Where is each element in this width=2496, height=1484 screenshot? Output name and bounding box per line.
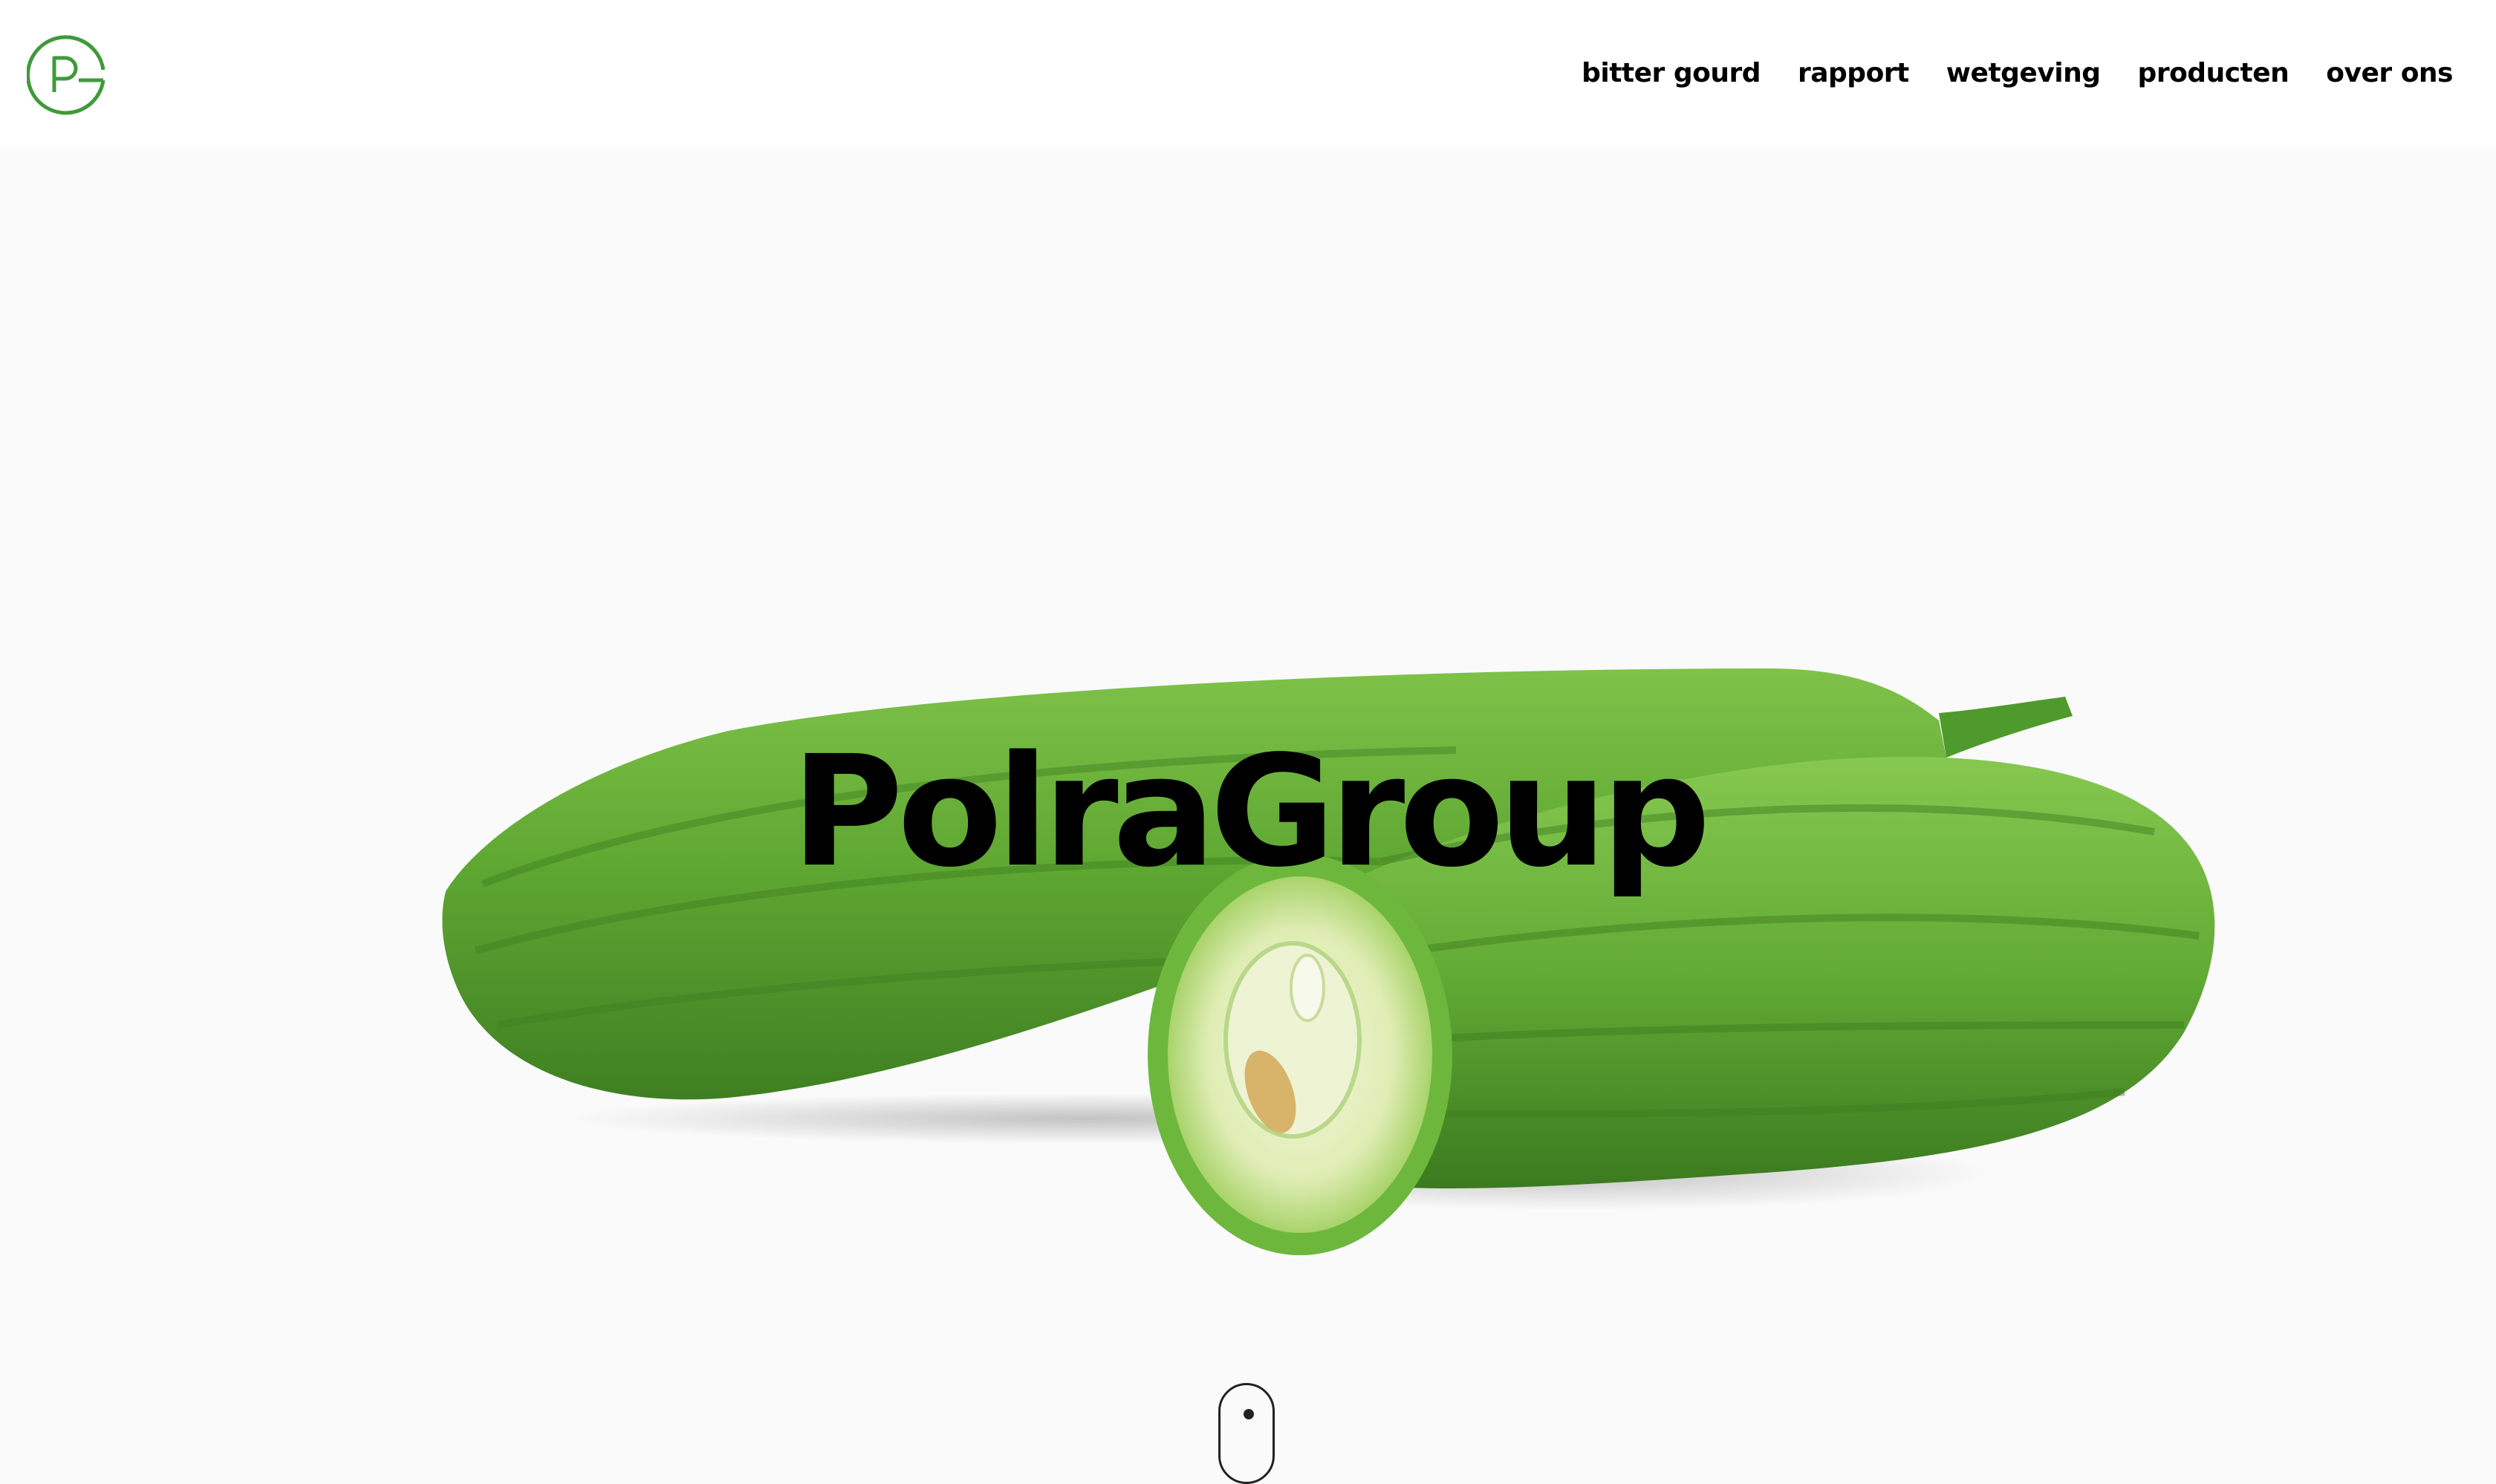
nav-item-bitter-gourd[interactable]: bitter gourd [1582, 46, 1761, 101]
main-nav: bitter gourd rapport wetgeving producten… [1582, 46, 2453, 101]
nav-item-over-ons[interactable]: over ons [2326, 46, 2453, 101]
nav-item-wetgeving[interactable]: wetgeving [1946, 46, 2101, 101]
scroll-dot-icon [1244, 1409, 1254, 1419]
scroll-down-indicator[interactable] [1218, 1383, 1275, 1484]
site-header: bitter gourd rapport wetgeving producten… [0, 0, 2496, 149]
nav-item-producten[interactable]: producten [2138, 46, 2289, 101]
nav-item-rapport[interactable]: rapport [1798, 46, 1909, 101]
hero-title: PolraGroup [790, 723, 1711, 901]
polragroup-logo[interactable] [27, 31, 116, 120]
hero-section: PolraGroup [0, 149, 2496, 1484]
